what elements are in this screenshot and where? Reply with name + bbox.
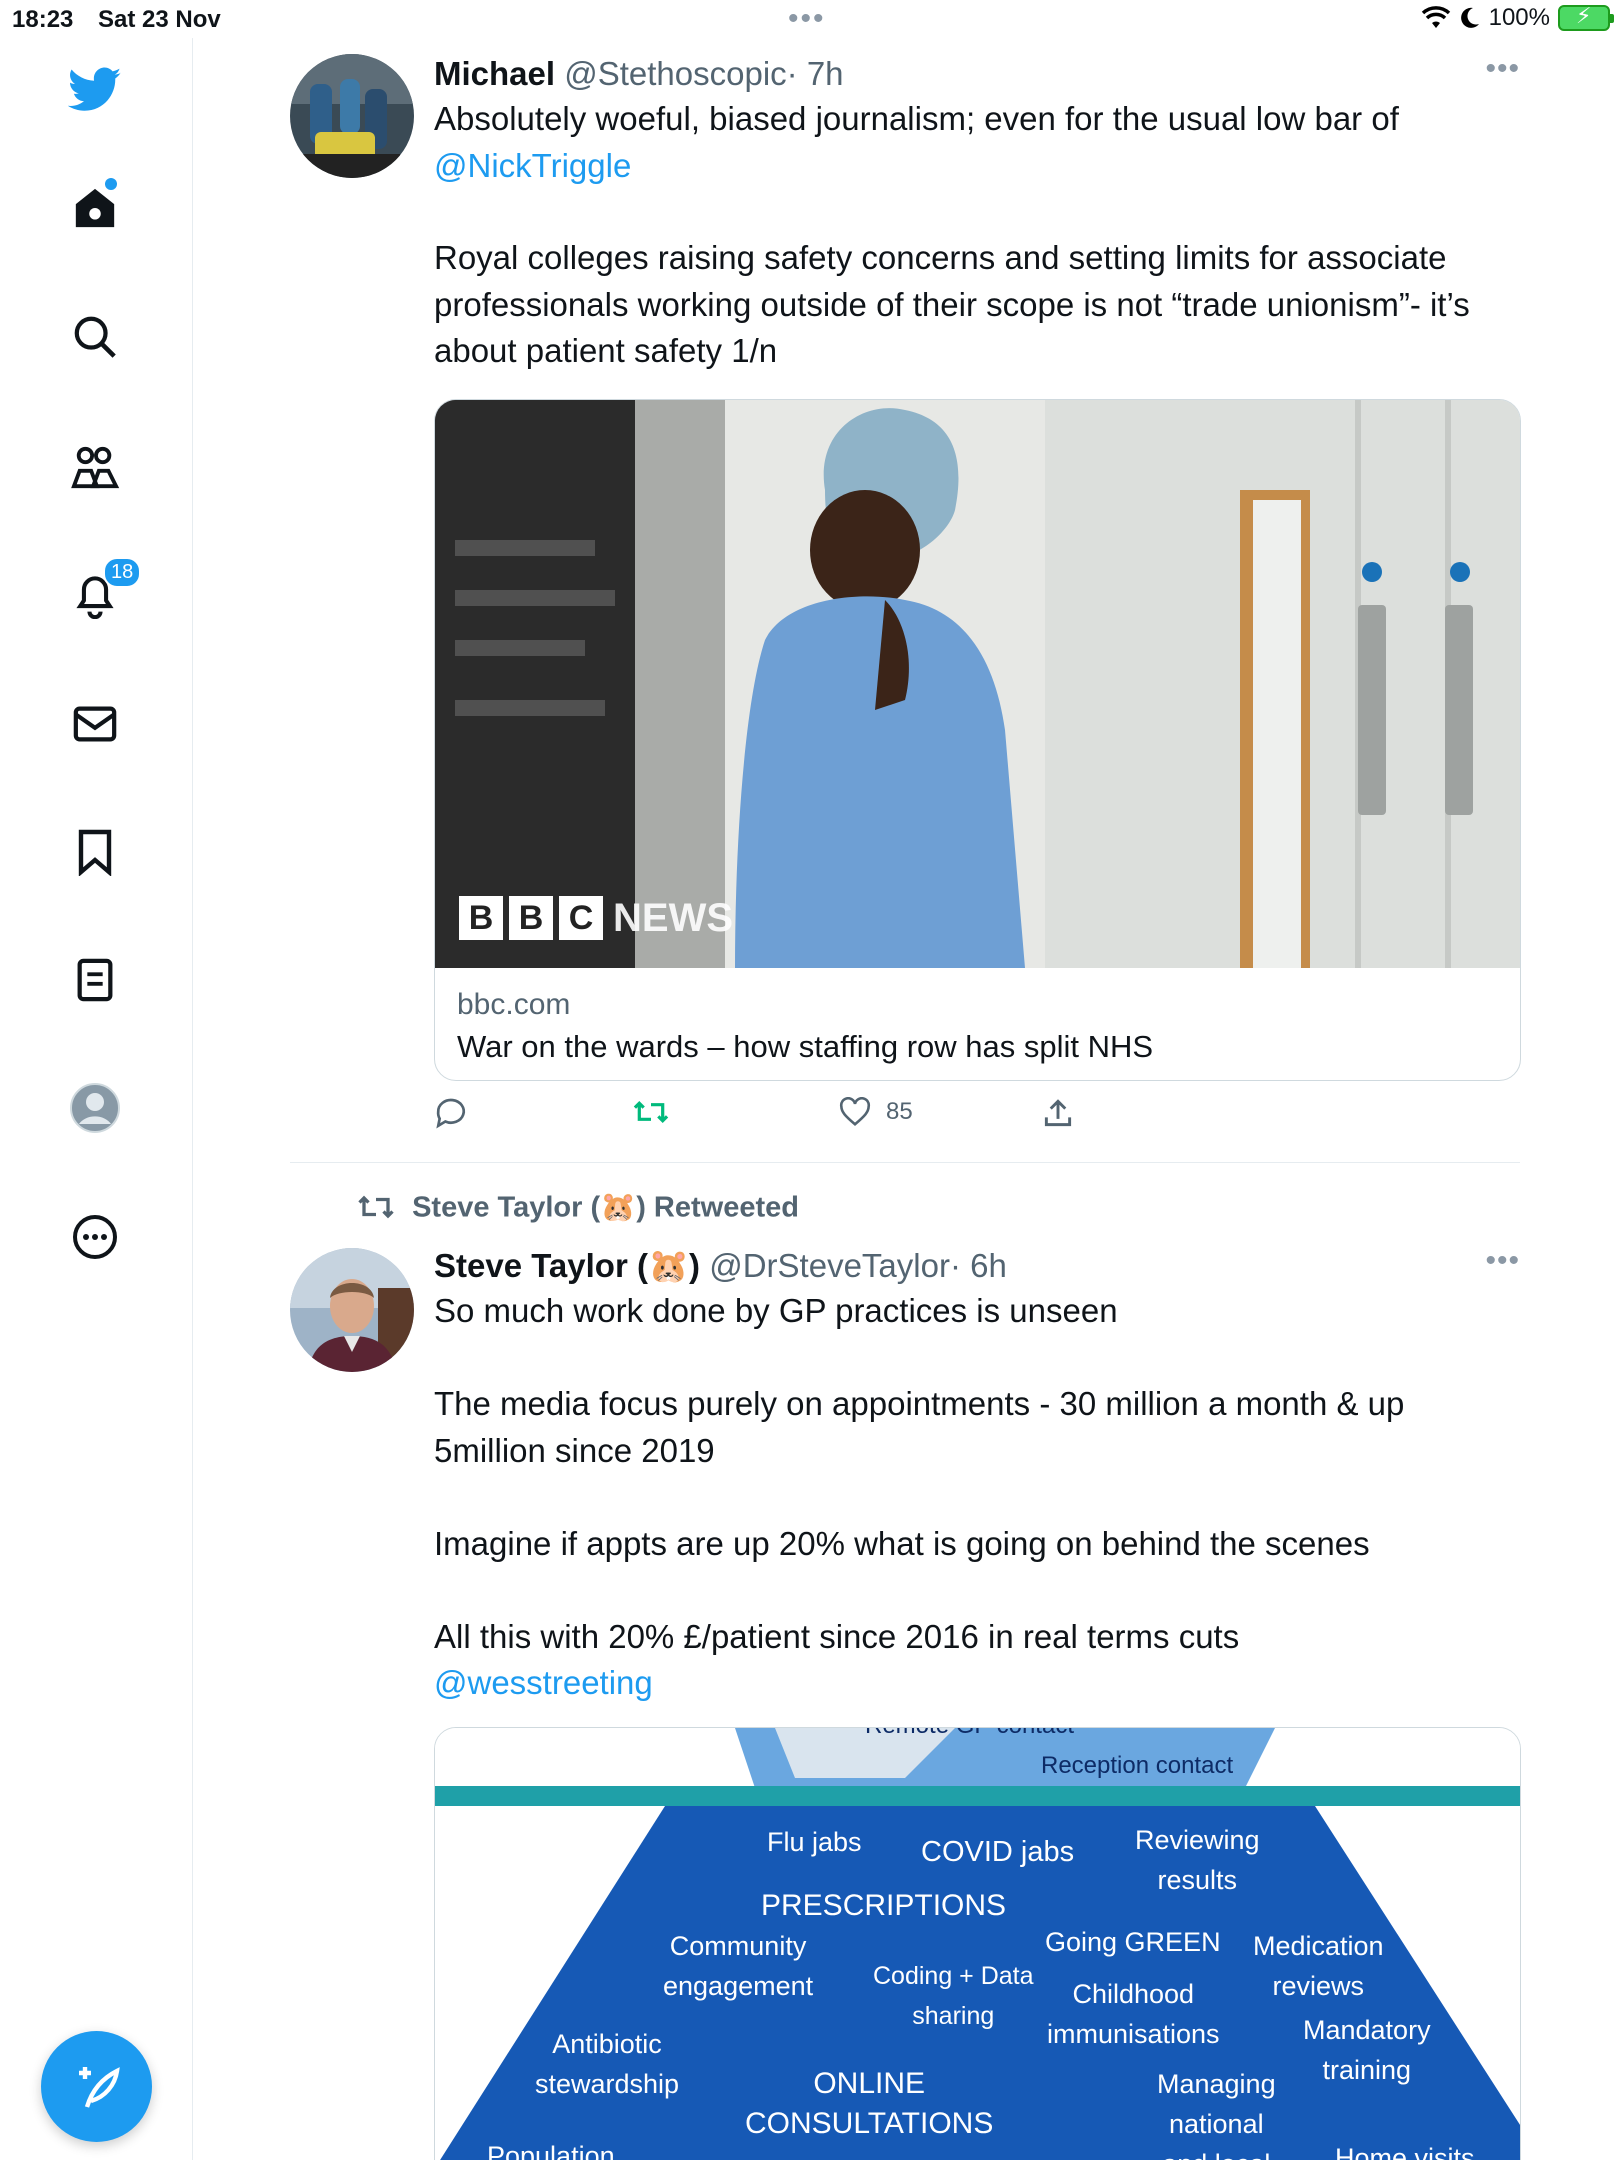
multitasking-dots-icon[interactable]: •••	[788, 2, 826, 36]
mention-link[interactable]: @wesstreeting	[434, 1660, 1520, 1707]
iceberg-label: COVID jabs	[921, 1835, 1075, 1868]
author-handle[interactable]: @DrSteveTaylor	[709, 1247, 950, 1284]
tweet-more-icon[interactable]: •••	[1485, 52, 1520, 86]
iceberg-label: Antibiotic stewardship	[535, 2028, 680, 2099]
status-date: Sat 23 Nov	[98, 6, 221, 33]
moon-icon	[1460, 7, 1479, 28]
iceberg-label: Going GREEN	[1045, 1926, 1221, 1957]
search-icon[interactable]	[63, 305, 127, 369]
compose-tweet-button[interactable]	[41, 2031, 152, 2142]
tweet-text: So much work done by GP practices is uns…	[434, 1292, 1405, 1655]
bbc-news-logo: B B C NEWS	[459, 896, 733, 941]
tweet-text-part2: Royal colleges raising safety concerns a…	[434, 239, 1470, 369]
bookmarks-icon[interactable]	[63, 820, 127, 884]
author-handle[interactable]: @Stethoscopic	[564, 55, 786, 92]
iceberg-top-label-2: Reception contact	[1041, 1751, 1234, 1779]
tweet-actions: 85	[434, 1081, 1520, 1141]
retweet-context-icon	[358, 1196, 394, 1219]
heart-icon	[839, 1096, 871, 1126]
author-name[interactable]: Michael	[434, 55, 555, 92]
tweet-time[interactable]: · 7h	[787, 55, 844, 92]
tweet-more-icon[interactable]: •••	[1485, 1244, 1520, 1278]
battery-percent: 100%	[1488, 4, 1550, 31]
battery-icon: ⚡	[1558, 3, 1614, 31]
iceberg-label: PRESCRIPTIONS	[761, 1888, 1007, 1922]
card-domain: bbc.com	[457, 987, 571, 1021]
iceberg-label: ONLINE CONSULTATIONS	[745, 2066, 994, 2140]
lists-icon[interactable]	[63, 948, 127, 1012]
card-title: War on the wards – how staffing row has …	[457, 1028, 1154, 1064]
reply-icon	[436, 1098, 466, 1128]
sidebar: 18	[0, 38, 193, 2160]
tweet-time[interactable]: · 6h	[950, 1247, 1007, 1284]
compose-feather-icon	[78, 2066, 120, 2108]
author-name[interactable]: Steve Taylor (🐹)	[434, 1247, 700, 1284]
more-options-icon[interactable]	[63, 1205, 127, 1269]
iceberg-graphic: Remote GP contact Reception contact Flu …	[435, 1727, 1520, 2160]
iceberg-label: Community engagement	[663, 1930, 814, 2001]
iceberg-label: Mandatory training	[1303, 2014, 1431, 2085]
link-card[interactable]: B B C NEWS bbc.com War on the wards – ho…	[434, 398, 1521, 1081]
iceberg-label: Managing national and local	[1157, 2068, 1276, 2160]
iceberg-label: Reviewing results	[1135, 1824, 1260, 1895]
communities-icon[interactable]	[63, 435, 127, 499]
share-button[interactable]	[1042, 1097, 1074, 1129]
retweet-context[interactable]: Steve Taylor (🐹) Retweeted	[290, 1190, 799, 1224]
card-meta: bbc.com War on the wards – how staffing …	[435, 968, 1520, 1080]
mention-link[interactable]: @NickTriggle	[434, 143, 1520, 190]
messages-icon[interactable]	[63, 692, 127, 756]
tweet-header: Steve Taylor (🐹) @DrSteveTaylor· 6h	[434, 1244, 1520, 1288]
tweet-content: Michael @Stethoscopic· 7h ••• Absolutely…	[434, 52, 1521, 1141]
tweet-divider	[290, 1162, 1520, 1163]
retweet-icon	[633, 1100, 669, 1123]
tweet-content: Steve Taylor (🐹) @DrSteveTaylor· 6h ••• …	[434, 1244, 1521, 2160]
iceberg-label: Home visits	[1335, 2142, 1475, 2160]
reply-button[interactable]	[434, 1097, 468, 1129]
iceberg-label: Flu jabs	[767, 1826, 862, 1857]
iceberg-top-label-1: Remote GP contact	[865, 1728, 1074, 1746]
tweet[interactable]: Steve Taylor (🐹) @DrSteveTaylor· 6h ••• …	[290, 1244, 1521, 2160]
iceberg-label: Population	[487, 2140, 615, 2160]
status-right: 100% ⚡	[1421, 3, 1614, 32]
tweet-header: Michael @Stethoscopic· 7h	[434, 52, 1520, 96]
twitter-logo-icon[interactable]	[63, 58, 127, 122]
retweet-button[interactable]	[632, 1097, 670, 1127]
like-count: 85	[886, 1097, 913, 1125]
home-unread-dot	[105, 178, 117, 190]
home-icon[interactable]	[63, 176, 127, 240]
avatar[interactable]	[290, 1248, 414, 1372]
notifications-badge: 18	[103, 557, 142, 588]
status-bar: 18:23 Sat 23 Nov ••• 100% ⚡	[0, 0, 1620, 38]
iceberg-label: Coding + Data sharing	[873, 1961, 1034, 2030]
notifications-bell-icon[interactable]: 18	[63, 557, 142, 627]
share-icon	[1044, 1098, 1072, 1126]
wifi-icon	[1421, 6, 1450, 28]
iceberg-label: Childhood immunisations	[1047, 1978, 1220, 2049]
card-image: B B C NEWS	[435, 399, 1520, 968]
tweet[interactable]: Michael @Stethoscopic· 7h ••• Absolutely…	[290, 52, 1521, 1152]
status-time: 18:23	[12, 6, 74, 33]
media-image[interactable]: Remote GP contact Reception contact Flu …	[434, 1726, 1521, 2160]
tweet-text-part1: Absolutely woeful, biased journalism; ev…	[434, 100, 1399, 137]
profile-avatar-icon[interactable]	[63, 1076, 127, 1140]
avatar[interactable]	[290, 54, 414, 178]
like-button[interactable]: 85	[838, 1096, 913, 1127]
iceberg-label: Medication reviews	[1253, 1930, 1384, 2001]
retweeted-by-label: Steve Taylor (🐹) Retweeted	[412, 1191, 799, 1224]
timeline: Michael @Stethoscopic· 7h ••• Absolutely…	[193, 38, 1620, 2160]
